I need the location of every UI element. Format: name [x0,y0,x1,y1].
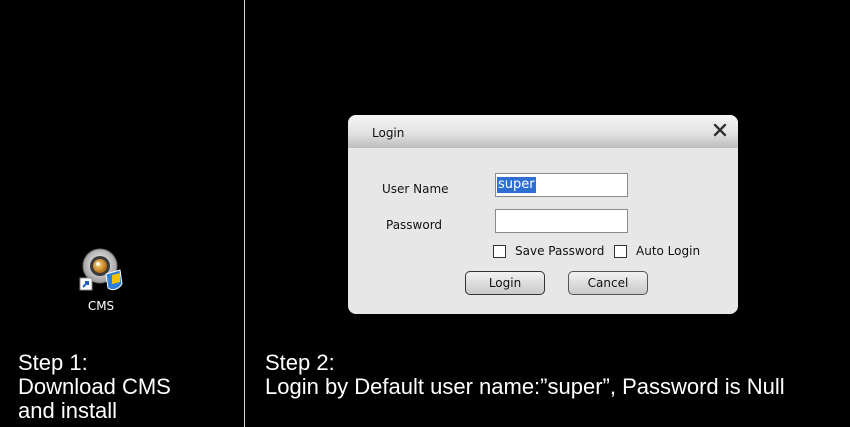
login-dialog: Login User Name super Password Save Pass… [348,115,738,314]
step2-caption: Step 2: Login by Default user name:”supe… [265,351,845,399]
username-selected-text: super [497,177,536,193]
column-divider [244,0,245,427]
cms-desktop-shortcut[interactable]: CMS [70,244,132,313]
password-label: Password [386,218,443,232]
save-password-option[interactable]: Save Password [493,244,604,258]
save-password-label: Save Password [515,244,605,258]
step1-title: Step 1: [18,350,88,375]
close-button[interactable] [712,122,728,138]
cancel-button[interactable]: Cancel [568,271,648,295]
step2-line1: Login by Default user name:”super”, Pass… [265,374,785,399]
close-icon [713,123,727,137]
auto-login-checkbox[interactable] [614,244,627,258]
cms-icon-label: CMS [87,299,115,313]
step1-caption: Step 1: Download CMS and install [18,351,238,423]
save-password-checkbox[interactable] [493,244,506,258]
auto-login-option[interactable]: Auto Login [614,244,700,258]
cms-app-icon [79,248,123,291]
password-input[interactable] [495,209,628,233]
dialog-titlebar[interactable]: Login [348,115,738,148]
username-label: User Name [382,182,449,196]
step2-title: Step 2: [265,350,335,375]
step1-line1: Download CMS [18,374,171,399]
dialog-title: Login [372,126,405,140]
auto-login-label: Auto Login [636,244,701,258]
step1-line2: and install [18,398,118,423]
login-button[interactable]: Login [465,271,545,295]
tutorial-screenshot: CMS Step 1: Download CMS and install Ste… [0,0,850,427]
